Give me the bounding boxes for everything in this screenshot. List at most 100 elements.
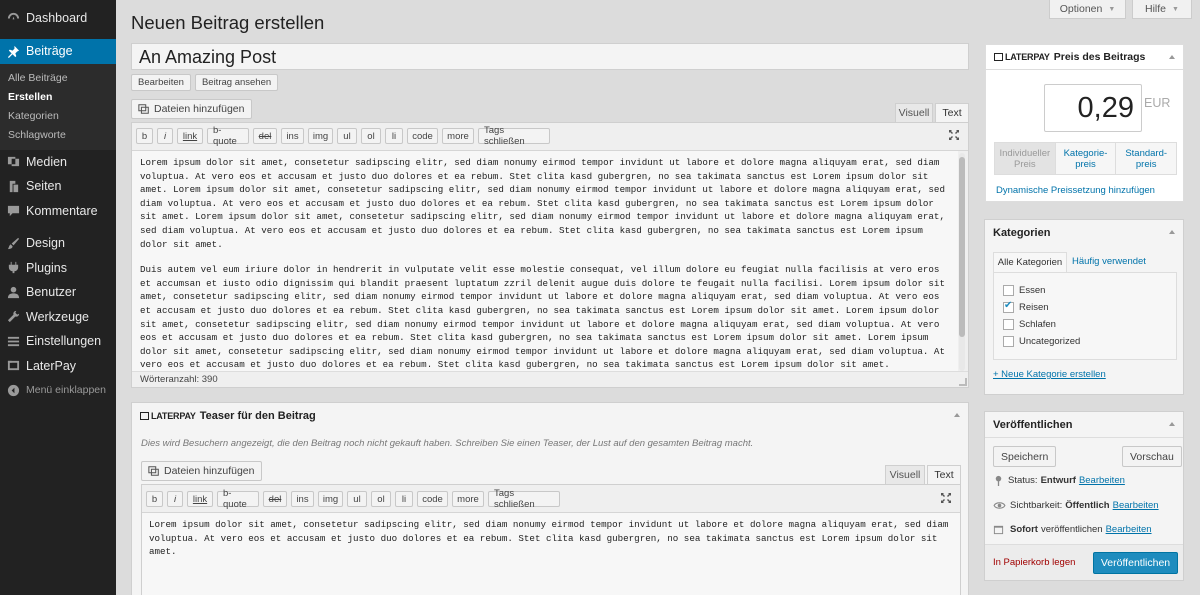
qt-bold-button[interactable]: b [146,491,163,507]
nav-plugins[interactable]: Plugins [0,256,116,281]
price-box-header[interactable]: LATERPAY Preis des Beitrags [986,45,1183,70]
categories-title: Kategorien [993,227,1051,239]
qt-more-button[interactable]: more [442,128,474,144]
nav-pages[interactable]: Seiten [0,174,116,199]
submenu-tags[interactable]: Schlagworte [0,125,116,144]
fullscreen-icon[interactable] [940,492,952,504]
qt-ol-button[interactable]: ol [371,491,391,507]
teaser-header[interactable]: LATERPAY Teaser für den Beitrag [132,403,968,429]
post-title-input[interactable]: An Amazing Post [131,43,969,70]
teaser-metabox: LATERPAY Teaser für den Beitrag Dies wir… [131,402,969,595]
qt-ins-button[interactable]: ins [281,128,304,144]
category-price-option[interactable]: Kategorie- preis [1055,143,1117,174]
publish-button[interactable]: Veröffentlichen [1093,552,1178,574]
category-item[interactable]: Reisen [1003,299,1176,316]
qt-close-tags-button[interactable]: Tags schließen [488,488,560,510]
qt-italic-button[interactable]: i [167,491,183,507]
qt-ul-button[interactable]: ul [347,491,367,507]
categories-header[interactable]: Kategorien [985,220,1183,246]
qt-link-button[interactable]: link [177,128,203,144]
submenu-categories[interactable]: Kategorien [0,106,116,125]
category-checkbox[interactable] [1003,300,1014,313]
word-count: Wörteranzahl: 390 [132,371,968,387]
nav-comments[interactable]: Kommentare [0,199,116,224]
qt-ol-button[interactable]: ol [361,128,381,144]
category-checkbox[interactable] [1003,319,1014,330]
status-label: Status: [1008,475,1038,486]
category-checkbox[interactable] [1003,285,1014,296]
add-media-label: Dateien hinzufügen [154,103,245,115]
help-button[interactable]: Hilfe ▼ [1132,0,1192,19]
nav-posts[interactable]: Beiträge [0,38,116,64]
qt-img-button[interactable]: img [308,128,333,144]
trash-link[interactable]: In Papierkorb legen [993,557,1075,568]
edit-status-link[interactable]: Bearbeiten [1079,475,1125,486]
qt-li-button[interactable]: li [385,128,403,144]
qt-del-button[interactable]: del [263,491,287,507]
tab-text[interactable]: Text [935,103,969,122]
qt-bold-button[interactable]: b [136,128,153,144]
collapse-arrow-icon [6,383,20,397]
resize-handle-icon[interactable] [959,378,967,386]
teaser-add-media-button[interactable]: Dateien hinzufügen [141,461,262,481]
collapse-arrow-icon[interactable] [1169,230,1175,234]
tab-all-categories[interactable]: Alle Kategorien [993,252,1067,272]
add-category-link[interactable]: + Neue Kategorie erstellen [993,369,1106,380]
category-item[interactable]: Essen [1003,282,1176,299]
nav-laterpay[interactable]: LaterPay [0,354,116,379]
category-item[interactable]: Uncategorized [1003,333,1176,350]
category-item[interactable]: Schlafen [1003,316,1176,333]
edit-schedule-link[interactable]: Bearbeiten [1106,524,1152,535]
edit-visibility-link[interactable]: Bearbeiten [1113,500,1159,511]
price-input[interactable]: 0,29 [1044,84,1142,132]
teaser-tab-text[interactable]: Text [927,465,961,484]
collapse-arrow-icon[interactable] [1169,422,1175,426]
editor-scrollbar[interactable] [959,153,965,371]
qt-li-button[interactable]: li [395,491,413,507]
nav-tools[interactable]: Werkzeuge [0,305,116,330]
nav-media[interactable]: Medien [0,150,116,175]
dynamic-pricing-link[interactable]: Dynamische Preissetzung hinzufügen [996,185,1155,196]
qt-blockquote-button[interactable]: b-quote [217,488,259,510]
qt-code-button[interactable]: code [417,491,448,507]
post-content-textarea[interactable]: Lorem ipsum dolor sit amet, consetetur s… [132,151,958,373]
category-checklist: Essen Reisen Schlafen Uncategorized [993,272,1177,360]
submenu-create[interactable]: Erstellen [0,87,116,106]
laterpay-logo: LATERPAY [994,52,1050,62]
teaser-content-textarea[interactable]: Lorem ipsum dolor sit amet, consetetur s… [142,513,960,595]
publish-header[interactable]: Veröffentlichen [985,412,1183,438]
nav-design[interactable]: Design [0,231,116,256]
add-media-button[interactable]: Dateien hinzufügen [131,99,252,119]
qt-italic-button[interactable]: i [157,128,173,144]
category-checkbox[interactable] [1003,336,1014,347]
standard-price-option[interactable]: Standard- preis [1116,143,1177,174]
qt-del-button[interactable]: del [253,128,277,144]
nav-media-label: Medien [26,154,67,169]
edit-permalink-button[interactable]: Bearbeiten [131,74,191,91]
screen-options-button[interactable]: Optionen ▼ [1049,0,1126,19]
save-draft-button[interactable]: Speichern [993,446,1057,467]
submenu-all-posts[interactable]: Alle Beiträge [0,68,116,87]
fullscreen-icon[interactable] [948,129,960,141]
view-post-button[interactable]: Beitrag ansehen [194,74,279,91]
individual-price-option[interactable]: Individueller Preis [995,143,1056,174]
qt-ul-button[interactable]: ul [337,128,357,144]
collapse-menu-button[interactable]: Menü einklappen [0,378,116,403]
collapse-arrow-icon[interactable] [954,413,960,417]
preview-button[interactable]: Vorschau [1122,446,1182,467]
scrollbar-thumb[interactable] [959,157,965,337]
nav-settings[interactable]: Einstellungen [0,329,116,354]
qt-img-button[interactable]: img [318,491,343,507]
collapse-arrow-icon[interactable] [1169,55,1175,59]
tab-popular-categories[interactable]: Häufig verwendet [1072,256,1146,267]
nav-users[interactable]: Benutzer [0,280,116,305]
qt-more-button[interactable]: more [452,491,484,507]
qt-blockquote-button[interactable]: b-quote [207,125,249,147]
nav-dashboard[interactable]: Dashboard [0,6,116,31]
qt-code-button[interactable]: code [407,128,438,144]
teaser-tab-visual[interactable]: Visuell [885,465,925,484]
qt-link-button[interactable]: link [187,491,213,507]
qt-ins-button[interactable]: ins [291,491,314,507]
tab-visual[interactable]: Visuell [895,103,933,122]
qt-close-tags-button[interactable]: Tags schließen [478,125,550,147]
